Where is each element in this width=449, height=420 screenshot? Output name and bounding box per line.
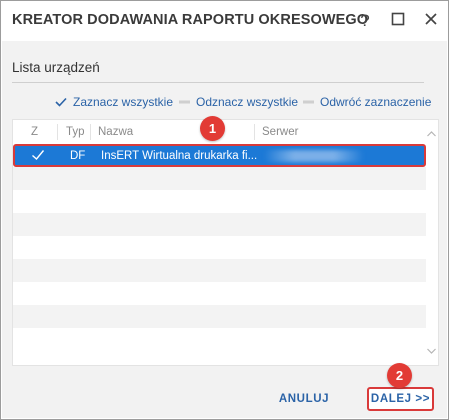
select-all-link[interactable]: Zaznacz wszystkie [55, 95, 173, 109]
deselect-all-label: Odznacz wszystkie [196, 95, 299, 109]
select-all-label: Zaznacz wszystkie [73, 95, 174, 109]
column-header-serwer[interactable]: Serwer [262, 126, 298, 138]
row-name: InsERT Wirtualna drukarka fi... [101, 150, 258, 162]
column-separator [57, 124, 58, 140]
column-separator [254, 124, 255, 140]
empty-row [13, 328, 426, 351]
vertical-scrollbar[interactable] [425, 120, 438, 365]
help-button[interactable]: ? [352, 8, 378, 34]
maximize-button[interactable] [385, 8, 411, 34]
empty-row [13, 213, 426, 236]
invert-selection-label: Odwróć zaznaczenie [320, 95, 432, 109]
close-icon [424, 12, 438, 31]
section-title: Lista urządzeń [12, 60, 100, 75]
empty-row [13, 305, 426, 328]
close-button[interactable] [418, 8, 444, 34]
column-header-typ[interactable]: Typ [66, 126, 85, 138]
maximize-icon [391, 12, 405, 31]
row-server-redacted [264, 150, 364, 162]
row-type: DF [70, 150, 86, 162]
window-title: KREATOR DODAWANIA RAPORTU OKRESOWEGO [12, 12, 369, 28]
empty-row [13, 282, 426, 305]
dash-icon [179, 99, 190, 105]
scroll-up-icon[interactable] [427, 124, 436, 142]
wizard-footer: ANULUJ DALEJ >> [2, 382, 447, 418]
scroll-down-icon[interactable] [427, 341, 436, 359]
wizard-window: KREATOR DODAWANIA RAPORTU OKRESOWEGO ? L… [0, 0, 449, 420]
step-badge-2: 2 [387, 363, 412, 388]
next-button[interactable]: DALEJ >> [367, 387, 434, 411]
step-badge-1: 1 [200, 116, 225, 141]
dash-icon [303, 99, 314, 105]
device-list-grid: Z Typ Nazwa Serwer DF InsERT Wirtualna d… [12, 119, 439, 366]
checkmark-icon [55, 97, 67, 107]
column-header-nazwa[interactable]: Nazwa [98, 126, 133, 138]
empty-row [13, 167, 426, 190]
section-divider [12, 82, 424, 83]
empty-row [13, 236, 426, 259]
column-header-z[interactable]: Z [31, 126, 38, 138]
empty-row [13, 190, 426, 213]
checkmark-icon [31, 150, 45, 164]
title-bar: KREATOR DODAWANIA RAPORTU OKRESOWEGO ? [1, 1, 448, 41]
row-checkbox[interactable] [31, 149, 45, 164]
grid-rows: DF InsERT Wirtualna drukarka fi... [13, 144, 426, 351]
selection-actions: Zaznacz wszystkie Odznacz wszystkie Odwr… [2, 95, 447, 113]
empty-row [13, 259, 426, 282]
deselect-all-link[interactable]: Odznacz wszystkie [179, 95, 298, 109]
column-separator [90, 124, 91, 140]
cancel-button[interactable]: ANULUJ [274, 388, 334, 410]
table-row[interactable]: DF InsERT Wirtualna drukarka fi... [13, 144, 426, 167]
invert-selection-link[interactable]: Odwróć zaznaczenie [303, 95, 431, 109]
wizard-body: Lista urządzeń Zaznacz wszystkie Odznacz… [2, 41, 447, 382]
